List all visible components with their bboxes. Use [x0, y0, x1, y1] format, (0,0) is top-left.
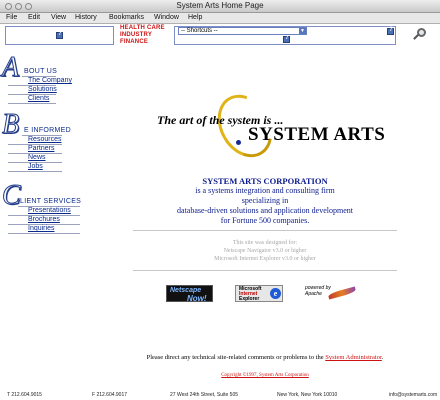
contact-suffix: .: [381, 354, 384, 361]
menu-file[interactable]: File: [6, 14, 17, 21]
window-titlebar: System Arts Home Page: [0, 0, 440, 13]
logo-brand: SYSTEM ARTS: [248, 124, 386, 145]
nav-link-jobs[interactable]: Jobs: [28, 163, 43, 170]
nav-divider: [8, 171, 62, 172]
nav-link-clients[interactable]: Clients: [28, 95, 49, 102]
menu-history[interactable]: History: [75, 14, 97, 21]
company-name: SYSTEM ARTS CORPORATION: [202, 176, 328, 186]
nav-link-inquiries[interactable]: Inquiries: [28, 225, 54, 232]
window-title: System Arts Home Page: [176, 1, 264, 10]
ie-logo-icon: e: [270, 288, 281, 299]
footer-bar: T 212.604.9015 F 212.604.9017 27 West 24…: [0, 391, 440, 400]
footer-email[interactable]: info@systemarts.com: [389, 392, 437, 398]
nav-divider: [8, 233, 80, 234]
help-icon[interactable]: [56, 31, 63, 39]
contact-line: Please direct any technical site-related…: [130, 354, 400, 361]
company-description: is a systems integration and consulting …: [130, 186, 400, 226]
nav-title-about-us[interactable]: BOUT US: [24, 68, 57, 75]
description-line: database-driven solutions and applicatio…: [177, 206, 353, 215]
contact-prefix: Please direct any technical site-related…: [146, 354, 324, 361]
footer-address: 27 West 24th Street, Suite 505: [170, 392, 239, 398]
footer-fax: F 212.604.9017: [92, 392, 128, 398]
help-icon[interactable]: [387, 27, 394, 35]
industry-industry[interactable]: INDUSTRY: [120, 32, 165, 39]
top-strip: HEALTH CARE INDUSTRY FINANCE -- Shortcut…: [0, 25, 440, 47]
menubar: File Edit View History Bookmarks Window …: [0, 13, 440, 24]
industry-health-care[interactable]: HEALTH CARE: [120, 25, 165, 32]
nav-link-resources[interactable]: Resources: [28, 136, 61, 143]
netscape-now-badge[interactable]: Netscape Now!: [166, 285, 213, 303]
copyright-link[interactable]: Copyright ©1997, System Arts Corporation: [130, 373, 400, 378]
description-line: specializing in: [241, 196, 289, 205]
magnifier-icon[interactable]: [417, 28, 426, 37]
requirements-heading: This site was designed for:: [232, 240, 298, 246]
nav-letter-a: A: [1, 52, 20, 83]
nav-title-be-informed[interactable]: E INFORMED: [24, 127, 71, 134]
nav-title-client-services[interactable]: LIENT SERVICES: [20, 198, 81, 205]
footer-city: New York, New York 10010: [277, 392, 338, 398]
help-icon[interactable]: [283, 35, 290, 43]
nav-link-presentations[interactable]: Presentations: [28, 207, 71, 214]
shortcuts-select[interactable]: -- Shortcuts -- ▼: [178, 27, 307, 35]
menu-edit[interactable]: Edit: [28, 14, 40, 21]
menu-window[interactable]: Window: [154, 14, 179, 21]
nav-divider: [8, 103, 56, 104]
divider: [133, 270, 397, 271]
ie-badge-text: Explorer: [239, 296, 260, 302]
apache-badge-text: Apache: [305, 291, 322, 297]
browser-requirements: This site was designed for: Netscape Nav…: [130, 239, 400, 263]
powered-by-apache-badge[interactable]: powered by Apache: [303, 285, 357, 302]
footer-phone: T 212.604.9015: [7, 392, 42, 398]
apache-feather-icon: [327, 286, 357, 300]
industry-links: HEALTH CARE INDUSTRY FINANCE: [120, 25, 165, 46]
divider: [133, 230, 397, 231]
chevron-down-icon: ▼: [299, 28, 306, 34]
nav-link-the-company[interactable]: The Company: [28, 77, 72, 84]
description-line: is a systems integration and consulting …: [195, 186, 335, 195]
nav-link-news[interactable]: News: [28, 154, 46, 161]
nav-letter-b: B: [1, 109, 20, 140]
menu-view[interactable]: View: [51, 14, 66, 21]
description-line: for Fortune 500 companies.: [220, 216, 310, 225]
requirements-line: Netscape Navigator v3.0 or higher: [223, 248, 307, 254]
requirements-line: Microsoft Internet Explorer v3.0 or high…: [214, 256, 316, 262]
menu-help[interactable]: Help: [188, 14, 202, 21]
left-header-box: [5, 26, 114, 45]
industry-finance[interactable]: FINANCE: [120, 39, 165, 46]
internet-explorer-badge[interactable]: Microsoft Internet Explorer e: [235, 285, 283, 302]
shortcuts-selected-value: -- Shortcuts --: [181, 28, 218, 34]
nav-link-brochures[interactable]: Brochures: [28, 216, 60, 223]
logo-dot: [236, 140, 241, 145]
netscape-badge-text: Now!: [187, 294, 207, 303]
system-administrator-link[interactable]: System Administrator: [325, 354, 382, 361]
netscape-badge-text: Netscape: [170, 287, 202, 294]
nav-link-partners[interactable]: Partners: [28, 145, 54, 152]
menu-bookmarks[interactable]: Bookmarks: [109, 14, 144, 21]
nav-link-solutions[interactable]: Solutions: [28, 86, 57, 93]
